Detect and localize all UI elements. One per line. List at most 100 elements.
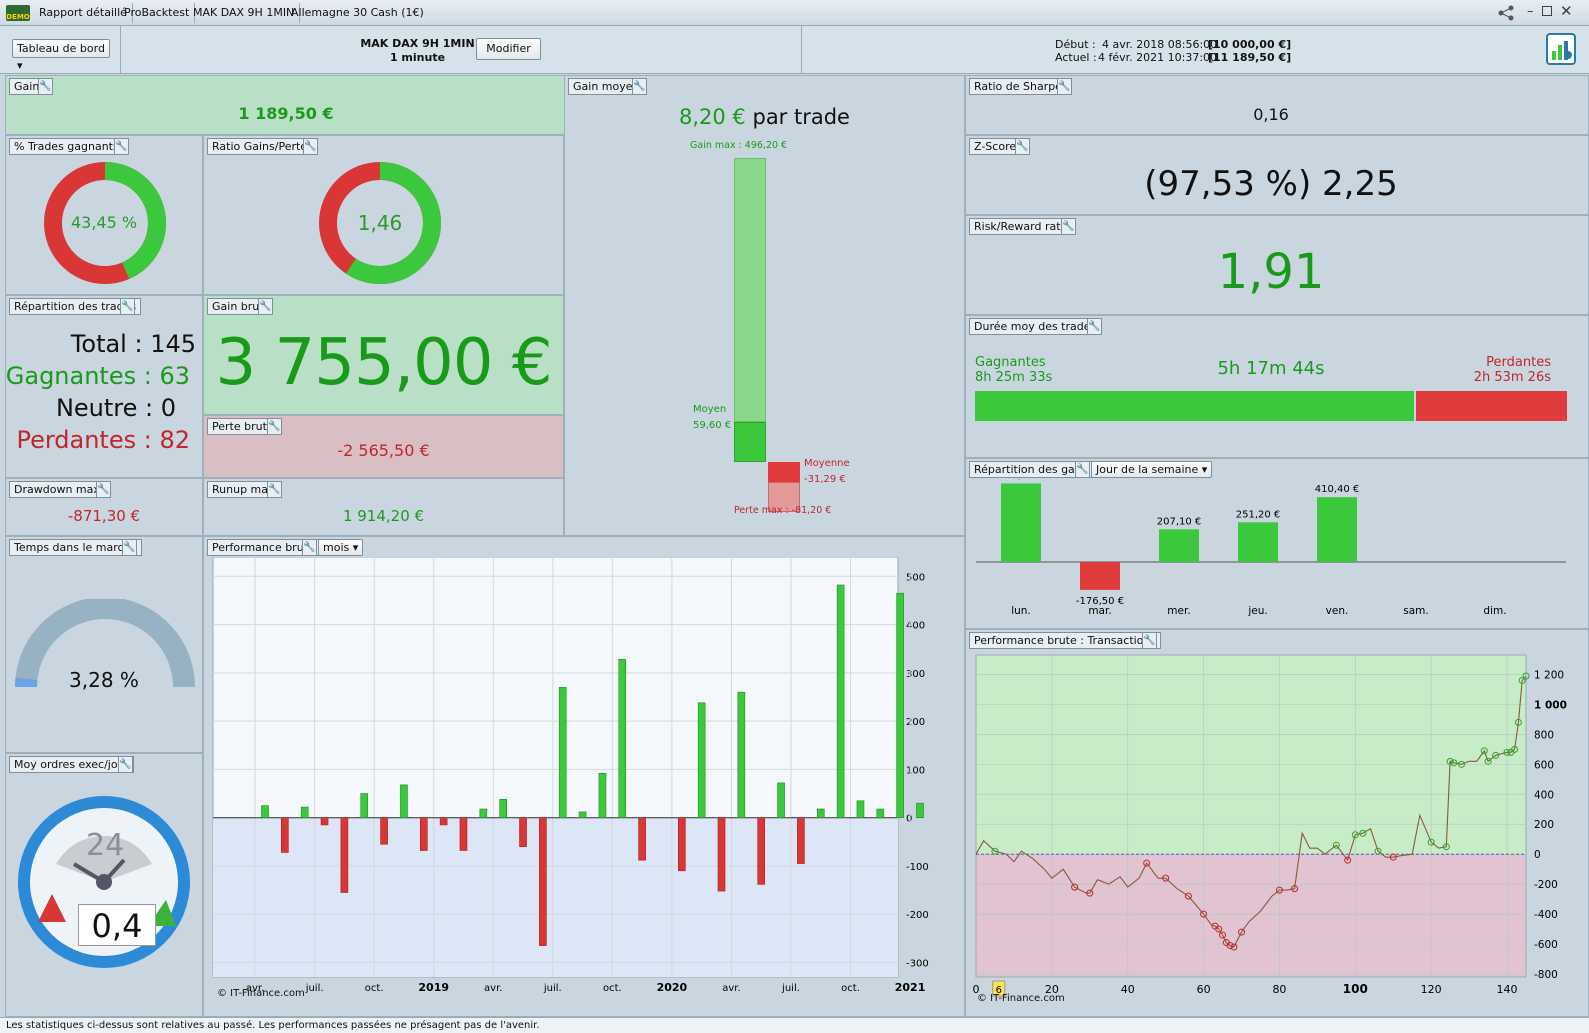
risk-reward-value: 1,91 [1217, 244, 1325, 300]
neutre-count: Neutre : 0 [55, 394, 176, 422]
chart-settings-icon[interactable] [1546, 33, 1576, 65]
y-tick-label: -800 [1534, 969, 1558, 981]
wrench-icon[interactable]: 🔧 [267, 481, 282, 498]
sharpe-panel: Ratio de Sharpe 🔧 0,16 [965, 75, 1589, 135]
y-tick-label: 0 [906, 814, 912, 825]
perf-brute-panel: Performance brute 🔧 mois ▾ 500 400 300 200 1… [203, 536, 965, 1017]
x-tick-label: jeu. [1247, 605, 1267, 617]
bar [439, 817, 448, 826]
moyenne-loss-bar [768, 462, 800, 482]
x-tick-label: mer. [1167, 605, 1190, 617]
x-tick-label: 100 [1343, 982, 1368, 996]
zscore-panel: Z-Score 🔧 (97,53 %) 2,25 [965, 135, 1589, 215]
wrench-icon[interactable]: 🔧 [1061, 218, 1076, 235]
wrench-icon[interactable]: 🔧 [1087, 318, 1102, 335]
wrench-icon[interactable]: 🔧 [267, 418, 282, 435]
bar [1159, 529, 1199, 562]
share-icon[interactable] [1497, 5, 1515, 21]
tab-strategy[interactable]: MAK DAX 9H 1MIN [188, 3, 301, 23]
moy-ordres-value: 0,4 [78, 904, 156, 946]
maximize-icon[interactable] [1542, 6, 1552, 16]
duree-win-fill [975, 391, 1417, 421]
watermark: © IT-Finance.com [977, 993, 1065, 1004]
bar [400, 784, 408, 818]
bar [737, 691, 746, 818]
wrench-icon[interactable]: 🔧 [118, 756, 133, 773]
wrench-icon[interactable]: 🔧 [632, 78, 647, 95]
wrench-icon[interactable]: 🔧 [1075, 461, 1090, 478]
start-capital: [10 000,00 €] [1208, 38, 1292, 51]
duree-bar [975, 391, 1567, 421]
bar [816, 808, 825, 818]
duree-perdantes-value: 2h 53m 26s [1473, 370, 1551, 385]
wrench-icon[interactable]: 🔧 [303, 138, 318, 155]
y-tick-label: 1 000 [1534, 699, 1567, 711]
wrench-icon[interactable]: 🔧 [122, 539, 137, 556]
bar [499, 799, 507, 818]
divider [801, 26, 802, 73]
wrench-icon[interactable]: 🔧 [96, 481, 111, 498]
strategy-name: MAK DAX 9H 1MIN [360, 37, 475, 50]
bar [856, 800, 865, 818]
bar [598, 772, 607, 818]
watermark: © IT-Finance.com [217, 988, 305, 999]
tab-probacktest[interactable]: ProBacktest [119, 3, 196, 23]
day-grouping-select[interactable]: Jour de la semaine ▾ [1091, 461, 1213, 478]
start-date: 4 avr. 2018 08:56:00 [1102, 38, 1218, 51]
wrench-icon[interactable]: 🔧 [1142, 632, 1157, 649]
total-count: Total : 145 [70, 330, 196, 358]
x-tick-label: ven. [1326, 605, 1349, 617]
bar [578, 811, 587, 818]
tab-instrument[interactable]: Allemagne 30 Cash (1€) [286, 3, 429, 23]
close-icon[interactable]: ✕ [1560, 2, 1573, 20]
panel-title: Risk/Reward ratio [969, 218, 1076, 235]
bar [638, 817, 646, 861]
x-tick-label: dim. [1483, 605, 1506, 617]
gain-brut-value: 3 755,00 € [215, 326, 552, 400]
wrench-icon[interactable]: 🔧 [302, 539, 317, 556]
gain-moyen-panel: Gain moyen 🔧 8,20 € par trade Gain max :… [564, 75, 965, 536]
wrench-icon[interactable]: 🔧 [38, 78, 53, 95]
wrench-icon[interactable]: 🔧 [114, 138, 129, 155]
bar [618, 659, 627, 818]
modify-button[interactable]: Modifier [476, 38, 541, 60]
x-tick-label: oct. [841, 983, 860, 994]
x-tick-label: avr. [484, 983, 502, 994]
bar [261, 805, 269, 818]
bar [1317, 497, 1357, 562]
runup-panel: Runup max 🔧 1 914,20 € [203, 478, 564, 536]
perte-brute-value: -2 565,50 € [337, 441, 430, 460]
period-select[interactable]: mois ▾ [318, 539, 364, 556]
wrench-icon[interactable]: 🔧 [1057, 78, 1072, 95]
y-tick-label: 200 [906, 717, 925, 728]
bar [380, 817, 388, 845]
gain-max-label: Gain max : 496,20 € [690, 140, 788, 151]
divider [120, 26, 121, 73]
gain-moyen-bar [734, 422, 766, 462]
y-tick-label: 400 [1534, 789, 1554, 801]
moyen-label: Moyen [693, 404, 727, 415]
bar [459, 817, 468, 851]
minimize-icon[interactable]: – [1527, 4, 1534, 19]
dashboard-select[interactable]: Tableau de bord ▾ [12, 39, 110, 72]
risk-reward-panel: Risk/Reward ratio 🔧 1,91 [965, 215, 1589, 315]
bar [281, 817, 289, 853]
x-tick-label: lun. [1011, 605, 1031, 617]
x-tick-label: 2020 [657, 981, 688, 994]
panel-title: Performance brute : Transactions [969, 632, 1162, 649]
bar [419, 817, 428, 851]
monthly-performance-chart: 500 400 300 200 100 0 -100 -200 -300 avr. juil. oct… [212, 557, 929, 994]
ratio-gp-panel: Ratio Gains/Pertes 🔧 1,46 [203, 135, 564, 295]
wrench-icon[interactable]: 🔧 [120, 298, 135, 315]
y-tick-label: -600 [1534, 939, 1558, 951]
perte-max-label: Perte max : -81,20 € [734, 505, 832, 516]
y-tick-label: 400 [906, 621, 925, 632]
wrench-icon[interactable]: 🔧 [258, 298, 273, 315]
y-tick-label: -400 [1534, 909, 1558, 921]
bar [320, 817, 329, 826]
bar [479, 808, 488, 818]
wrench-icon[interactable]: 🔧 [1015, 138, 1030, 155]
bar-label: 207,10 € [1157, 516, 1202, 527]
x-tick-label: 140 [1497, 983, 1518, 996]
negative-zone [213, 817, 898, 977]
